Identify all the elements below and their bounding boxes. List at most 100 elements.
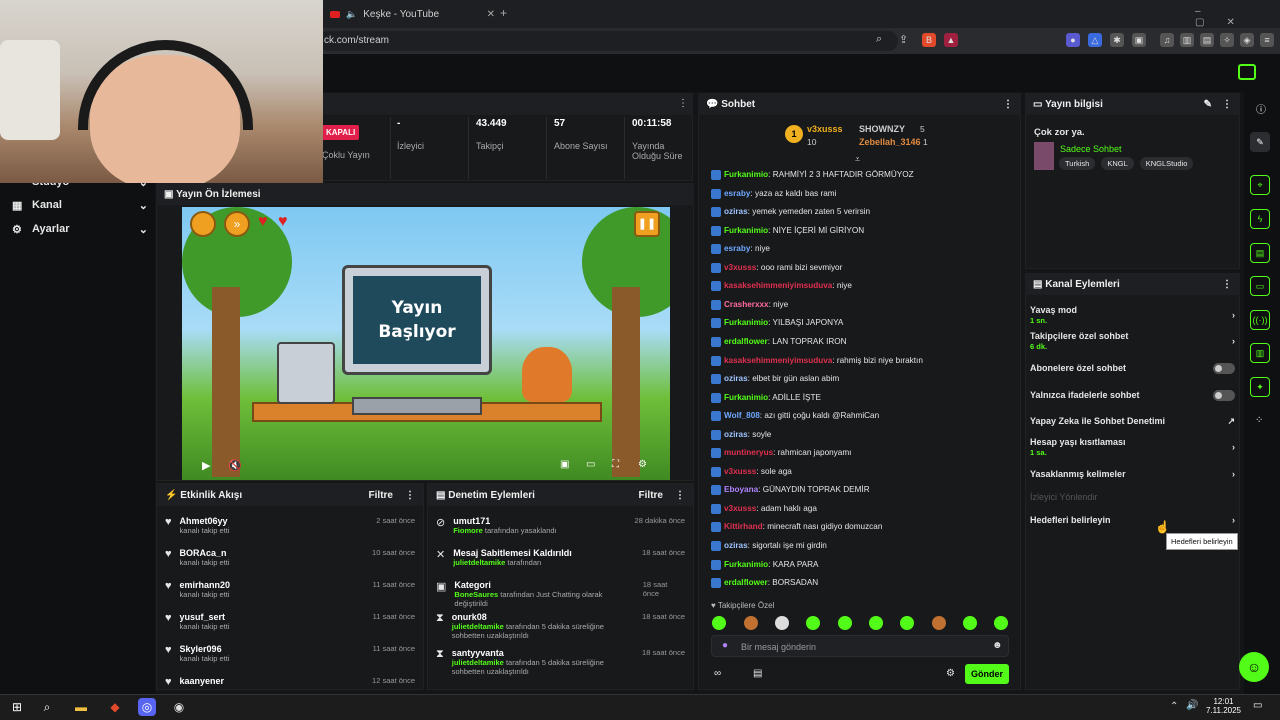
store-icon[interactable]: ▤ [753, 668, 762, 679]
play-icon[interactable]: ▶ [202, 459, 210, 472]
chat-username[interactable]: erdalflower [724, 337, 768, 346]
more-icon[interactable]: ⋮ [1222, 99, 1232, 110]
mic-icon[interactable]: ● [722, 640, 728, 651]
chat-settings-icon[interactable]: ⚙ [946, 668, 955, 679]
note-icon[interactable]: ▤ [1250, 243, 1270, 263]
notification-icon[interactable]: ▭ [1253, 700, 1262, 711]
volume-icon[interactable]: 🔊 [1186, 700, 1198, 711]
chat-username[interactable]: kasaksehimmeniyimsuduva [724, 281, 832, 290]
bolt-icon[interactable]: ϟ [1250, 209, 1270, 229]
media-icon[interactable]: ♫ [1160, 33, 1174, 47]
leo-icon[interactable]: ✧ [1220, 33, 1234, 47]
row-actor[interactable]: BoneSaures [454, 590, 498, 599]
emote-only-toggle[interactable] [1213, 389, 1235, 401]
fullscreen-icon[interactable]: ⛶ [612, 459, 619, 470]
slow-mode-row[interactable]: Yavaş mod 1 sn. › [1030, 304, 1235, 326]
emote-icon[interactable] [806, 616, 820, 630]
filter-button[interactable]: Filtre [639, 490, 663, 501]
leader-2-name[interactable]: SHOWNZY [859, 124, 905, 134]
filter-button[interactable]: Filtre [369, 490, 393, 501]
extensions-puzzle-icon[interactable]: ✱ [1110, 33, 1124, 47]
broadcast-icon[interactable]: ((·)) [1250, 310, 1270, 330]
row-name[interactable]: kaanyener [180, 676, 225, 686]
share-icon[interactable]: ⇪ [899, 33, 908, 46]
edit-icon[interactable]: ✎ [1204, 99, 1212, 110]
more-icon[interactable]: ⋮ [1003, 99, 1013, 110]
tag[interactable]: Turkish [1059, 157, 1096, 170]
emote-icon[interactable] [869, 616, 883, 630]
file-explorer-icon[interactable]: ▬ [72, 698, 90, 716]
chat-username[interactable]: esraby [724, 189, 750, 198]
row-name[interactable]: onurk08 [452, 612, 632, 622]
row-actor[interactable]: julietdeltamike [453, 558, 505, 567]
more-icon[interactable]: ⋮ [675, 490, 685, 501]
account-age-row[interactable]: Hesap yaşı kısıtlaması 1 sa. › [1030, 436, 1235, 458]
search-icon[interactable]: ⌕ [38, 698, 56, 716]
raid-icon[interactable]: ⌖ [1250, 175, 1270, 195]
emote-icon[interactable] [900, 616, 914, 630]
vpn-icon[interactable]: ◈ [1240, 33, 1254, 47]
more-icon[interactable]: ⋮ [1222, 279, 1232, 290]
chat-username[interactable]: oziras [724, 207, 748, 216]
chat-username[interactable]: oziras [724, 374, 748, 383]
emote-icon[interactable] [963, 616, 977, 630]
row-name[interactable]: BORAca_n [180, 548, 230, 558]
emote-icon[interactable] [775, 616, 789, 630]
leader-1-name[interactable]: v3xusss [807, 124, 843, 134]
row-actor[interactable]: julietdeltamike [452, 622, 504, 631]
new-tab-icon[interactable]: + [500, 6, 507, 20]
row-name[interactable]: Ahmet06yy [180, 516, 230, 526]
ai-moderation-row[interactable]: Yapay Zeka ile Sohbet Denetimi ↗ [1030, 410, 1235, 432]
chat-username[interactable]: Furkanimio [724, 319, 768, 328]
chat-username[interactable]: Eboyana [724, 486, 758, 495]
brave-rewards-icon[interactable]: ▲ [944, 33, 958, 47]
tag[interactable]: KNGL [1101, 157, 1134, 170]
chat-username[interactable]: muntineryus [724, 448, 773, 457]
menu-icon[interactable]: ≡ [1260, 33, 1274, 47]
sidebar-item-settings[interactable]: ⚙ Ayarlar ⌄ [8, 219, 148, 239]
row-name[interactable]: Skyler096 [180, 644, 230, 654]
send-button[interactable]: Gönder [965, 664, 1009, 684]
chat-username[interactable]: v3xusss [724, 263, 756, 272]
leader-3-name[interactable]: Zebellah_3146 [859, 137, 921, 147]
chat-username[interactable]: Furkanimio [724, 560, 768, 569]
discord-app-icon[interactable]: ◎ [138, 698, 156, 716]
chevron-down-icon[interactable]: ⩡ [855, 154, 860, 165]
chat-username[interactable]: Wolf_808 [724, 411, 760, 420]
tag[interactable]: KNGLStudio [1139, 157, 1194, 170]
chat-input[interactable]: ● Bir mesaj gönderin ☻ [711, 635, 1009, 657]
more-options-icon[interactable]: ⁘ [1255, 415, 1263, 426]
row-actor[interactable]: Fiomore [453, 526, 483, 535]
emote-icon[interactable] [838, 616, 852, 630]
chat-username[interactable]: Crasherxxx [724, 300, 769, 309]
row-name[interactable]: umut171 [453, 516, 556, 526]
close-icon[interactable]: ✕ [487, 9, 495, 20]
brave-icon[interactable]: ◆ [106, 698, 124, 716]
support-chat-icon[interactable]: ☺ [1239, 652, 1269, 682]
bits-icon[interactable]: ∞ [714, 668, 721, 679]
extension-icon-2[interactable]: △ [1088, 33, 1102, 47]
chat-username[interactable]: v3xusss [724, 467, 756, 476]
chat-username[interactable]: oziras [724, 541, 748, 550]
emote-icon[interactable] [932, 616, 946, 630]
brave-shield-icon[interactable]: B [922, 33, 936, 47]
row-name[interactable]: yusuf_sert [180, 612, 230, 622]
sidebar-toggle-icon[interactable]: ▥ [1180, 33, 1194, 47]
edit-icon[interactable]: ✎ [1250, 132, 1270, 152]
row-name[interactable]: emirhann20 [180, 580, 231, 590]
database-icon[interactable]: ▥ [1250, 343, 1270, 363]
chat-username[interactable]: Furkanimio [724, 393, 768, 402]
windows-start-icon[interactable]: ⊞ [8, 698, 26, 716]
chat-username[interactable]: erdalflower [724, 578, 768, 587]
kick-logo-icon[interactable] [1238, 64, 1256, 80]
url-field[interactable]: ck.com/stream [318, 31, 898, 51]
category-name[interactable]: Sadece Sohbet [1060, 144, 1122, 154]
obs-icon[interactable]: ◉ [170, 698, 188, 716]
wallet-icon[interactable]: ▤ [1200, 33, 1214, 47]
theater-icon[interactable]: ▭ [586, 459, 595, 470]
mute-icon[interactable]: 🔈 [346, 9, 357, 20]
emote-icon[interactable] [712, 616, 726, 630]
chat-username[interactable]: Furkanimio [724, 226, 768, 235]
emote-icon[interactable] [994, 616, 1008, 630]
chat-username[interactable]: esraby [724, 244, 750, 253]
